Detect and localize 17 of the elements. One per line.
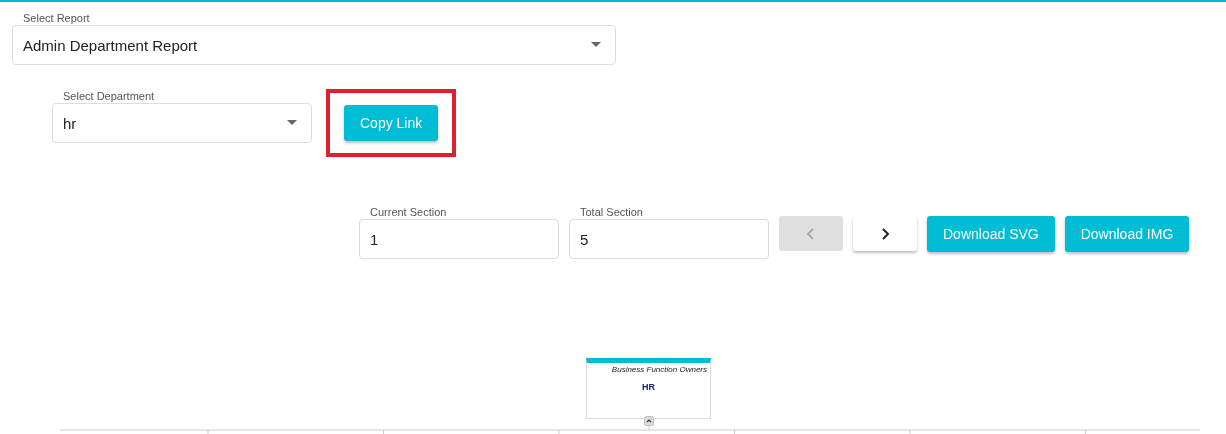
field-label: Total Section (579, 206, 644, 218)
current-section-field[interactable]: 1 (359, 219, 559, 259)
next-button[interactable] (853, 216, 917, 251)
chevron-right-icon (879, 226, 891, 241)
field-label: Select Department (62, 90, 156, 102)
field-label: Current Section (369, 206, 448, 218)
collapse-toggle-icon[interactable] (644, 416, 654, 426)
dropdown-caret-icon (591, 42, 601, 47)
chevron-left-icon (805, 226, 817, 241)
org-chart-node[interactable]: Business Function Owners HR (586, 358, 711, 419)
node-subtitle: Business Function Owners (610, 364, 708, 374)
field-label: Select Report (22, 12, 91, 24)
dropdown-caret-icon (287, 120, 297, 125)
report-select[interactable]: Admin Department Report (12, 25, 616, 65)
total-section-field[interactable]: 5 (569, 219, 769, 259)
node-title: HR (641, 382, 656, 392)
department-select[interactable]: hr (52, 103, 312, 143)
